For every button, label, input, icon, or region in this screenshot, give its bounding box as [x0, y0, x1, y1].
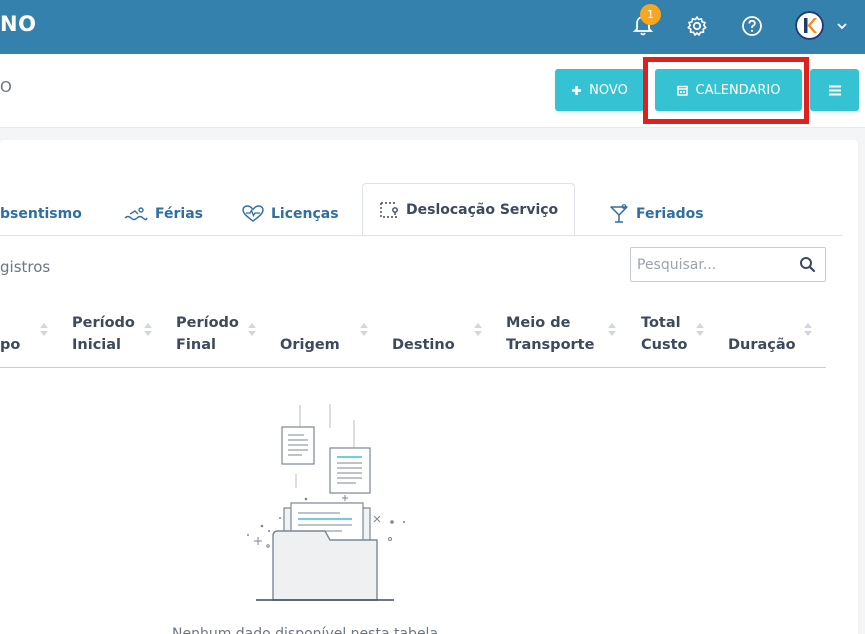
top-bar: NO 1	[0, 0, 865, 54]
empty-state-text: Nenhum dado disponível nesta tabela	[172, 626, 439, 634]
heartbeat-icon	[242, 204, 264, 222]
search-icon[interactable]	[799, 256, 816, 273]
tabs-divider	[0, 235, 842, 236]
search-input[interactable]	[637, 255, 787, 275]
tab-label: Deslocação Serviço	[406, 201, 559, 218]
tab-absentismo[interactable]: bsentismo	[0, 191, 82, 236]
page-title: O	[0, 78, 12, 96]
column-header-periodo-final[interactable]: Período Final	[176, 312, 246, 356]
hamburger-icon	[828, 85, 841, 95]
menu-button[interactable]	[810, 69, 859, 111]
novo-button-label: NOVO	[589, 82, 628, 98]
highlight-box	[643, 57, 809, 124]
table-header-divider	[0, 367, 826, 368]
records-info: gistros	[0, 258, 51, 276]
tab-ferias[interactable]: Férias	[124, 191, 203, 236]
tab-label: bsentismo	[0, 205, 82, 222]
column-header-periodo-inicial[interactable]: Período Inicial	[72, 312, 142, 356]
gear-icon[interactable]	[683, 12, 711, 40]
tab-label: Feriados	[636, 205, 704, 222]
swimmer-icon	[124, 206, 148, 220]
tab-deslocacao-servico[interactable]: Deslocação Serviço	[362, 183, 576, 236]
content-card: bsentismo Férias Licenças Deslocação Ser…	[0, 140, 858, 634]
brand-logo-text[interactable]: NO	[0, 12, 36, 36]
search-box[interactable]	[630, 247, 826, 282]
help-icon[interactable]	[738, 12, 766, 40]
column-header-total-custo[interactable]: Total Custo	[641, 312, 693, 356]
cocktail-icon	[610, 203, 628, 223]
novo-button[interactable]: NOVO	[555, 69, 644, 111]
notification-badge[interactable]: 1	[640, 4, 661, 25]
user-avatar[interactable]	[795, 11, 824, 40]
column-header-duracao[interactable]: Duração	[728, 334, 796, 356]
route-icon	[380, 201, 398, 218]
column-header-meio-transporte[interactable]: Meio de Transporte	[506, 312, 600, 356]
empty-folder-illustration	[247, 404, 405, 601]
chevron-down-icon[interactable]	[836, 17, 848, 36]
tab-label: Licenças	[271, 205, 339, 222]
column-header-origem[interactable]: Origem	[280, 334, 340, 356]
column-header-tipo[interactable]: po	[0, 334, 20, 356]
plus-icon	[572, 85, 582, 95]
tab-feriados[interactable]: Feriados	[609, 191, 704, 236]
column-header-destino[interactable]: Destino	[392, 334, 455, 356]
tab-label: Férias	[155, 205, 203, 222]
tab-licencas[interactable]: Licenças	[242, 191, 339, 236]
